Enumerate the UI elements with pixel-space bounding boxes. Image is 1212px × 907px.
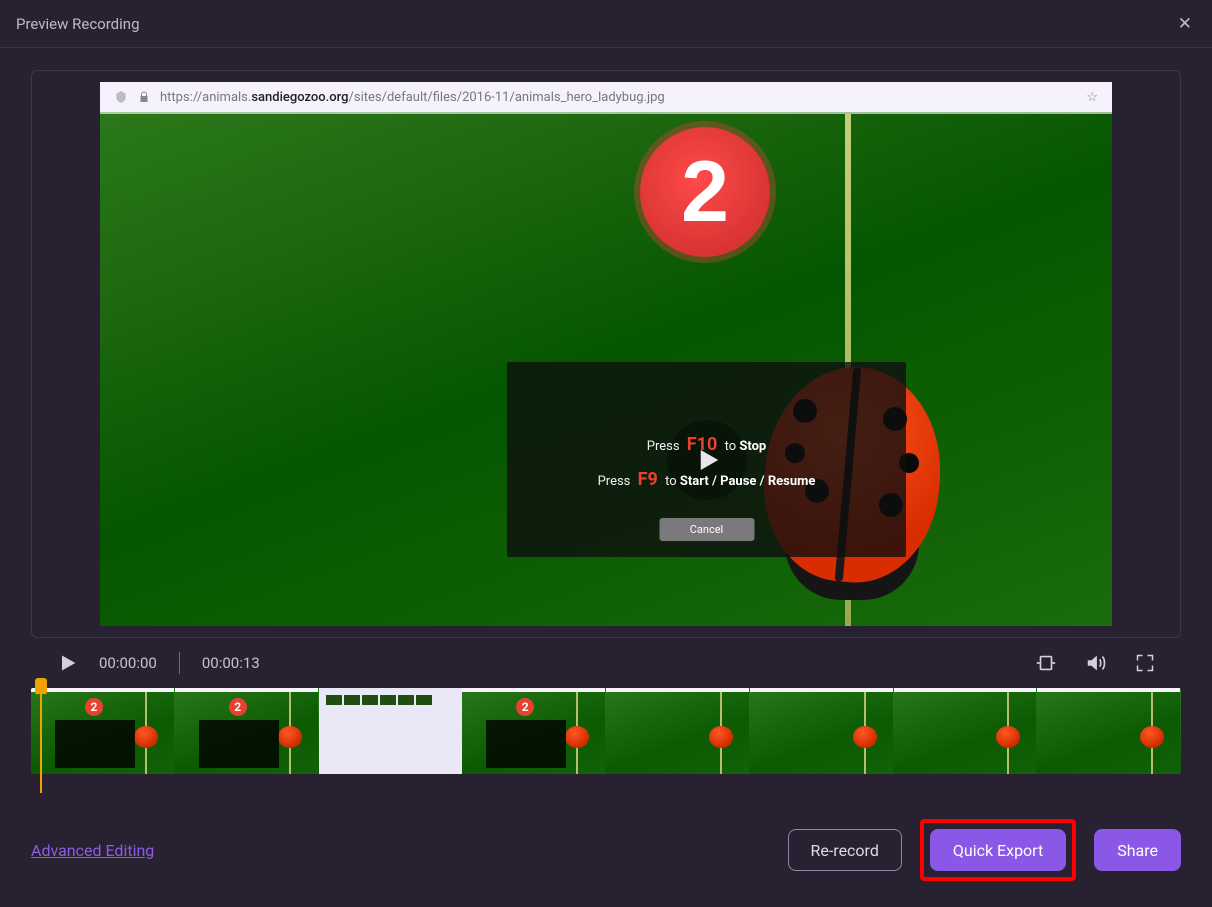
thumbnail-frame[interactable] <box>319 688 463 774</box>
thumbnail-frame[interactable]: 2 <box>31 688 175 774</box>
play-button[interactable] <box>57 652 77 674</box>
crop-icon[interactable] <box>1035 652 1057 674</box>
total-time: 00:00:13 <box>202 654 260 672</box>
thumbnail-frame[interactable] <box>894 688 1038 774</box>
thumbnail-frame[interactable]: 2 <box>175 688 319 774</box>
divider <box>100 112 1112 114</box>
preview-panel: https://animals.sandiegozoo.org/sites/de… <box>31 70 1181 638</box>
re-record-button[interactable]: Re-record <box>788 829 902 871</box>
footer: Advanced Editing Re-record Quick Export … <box>0 819 1212 907</box>
thumbnail-strip[interactable]: 2 2 2 <box>31 688 1181 774</box>
current-time: 00:00:00 <box>99 654 157 672</box>
thumbnail-frame[interactable] <box>1037 688 1181 774</box>
time-separator <box>179 652 180 674</box>
share-button[interactable]: Share <box>1094 829 1181 871</box>
thumb-countdown: 2 <box>516 698 534 716</box>
lock-icon <box>138 91 150 103</box>
browser-url-bar: https://animals.sandiegozoo.org/sites/de… <box>100 82 1112 112</box>
tutorial-highlight: Quick Export <box>920 819 1076 881</box>
instruction-line-start: Press F9 to Start / Pause / Resume <box>598 469 816 490</box>
countdown-badge: 2 <box>640 127 770 257</box>
shield-icon <box>114 90 128 104</box>
url-host: sandiegozoo.org <box>251 90 348 105</box>
bookmark-star-icon: ☆ <box>1086 90 1098 105</box>
instruction-line-stop: Press F10 to Stop <box>647 434 767 455</box>
countdown-number: 2 <box>681 143 729 242</box>
title-bar: Preview Recording ✕ <box>0 0 1212 48</box>
timeline[interactable]: 2 2 2 <box>31 688 1181 774</box>
fullscreen-icon[interactable] <box>1135 653 1155 673</box>
advanced-editing-link[interactable]: Advanced Editing <box>31 841 154 860</box>
window-title: Preview Recording <box>16 15 140 33</box>
url-text: https://animals.sandiegozoo.org/sites/de… <box>160 90 665 105</box>
playhead-marker[interactable] <box>35 678 47 694</box>
quick-export-button[interactable]: Quick Export <box>930 829 1066 871</box>
thumbnail-frame[interactable] <box>750 688 894 774</box>
thumbnail-frame[interactable] <box>606 688 750 774</box>
thumb-countdown: 2 <box>229 698 247 716</box>
playback-controls: 00:00:00 00:00:13 <box>31 638 1181 688</box>
recorder-instructions-overlay: Press F10 to Stop Press F9 to Start / Pa… <box>507 362 906 557</box>
close-icon[interactable]: ✕ <box>1174 10 1196 38</box>
thumb-countdown: 2 <box>85 698 103 716</box>
url-prefix: https://animals. <box>160 90 251 105</box>
thumbnail-frame[interactable]: 2 <box>462 688 606 774</box>
recorded-frame: https://animals.sandiegozoo.org/sites/de… <box>100 82 1112 626</box>
cancel-button[interactable]: Cancel <box>659 518 754 541</box>
url-path: /sites/default/files/2016-11/animals_her… <box>349 90 665 105</box>
volume-icon[interactable] <box>1085 652 1107 674</box>
